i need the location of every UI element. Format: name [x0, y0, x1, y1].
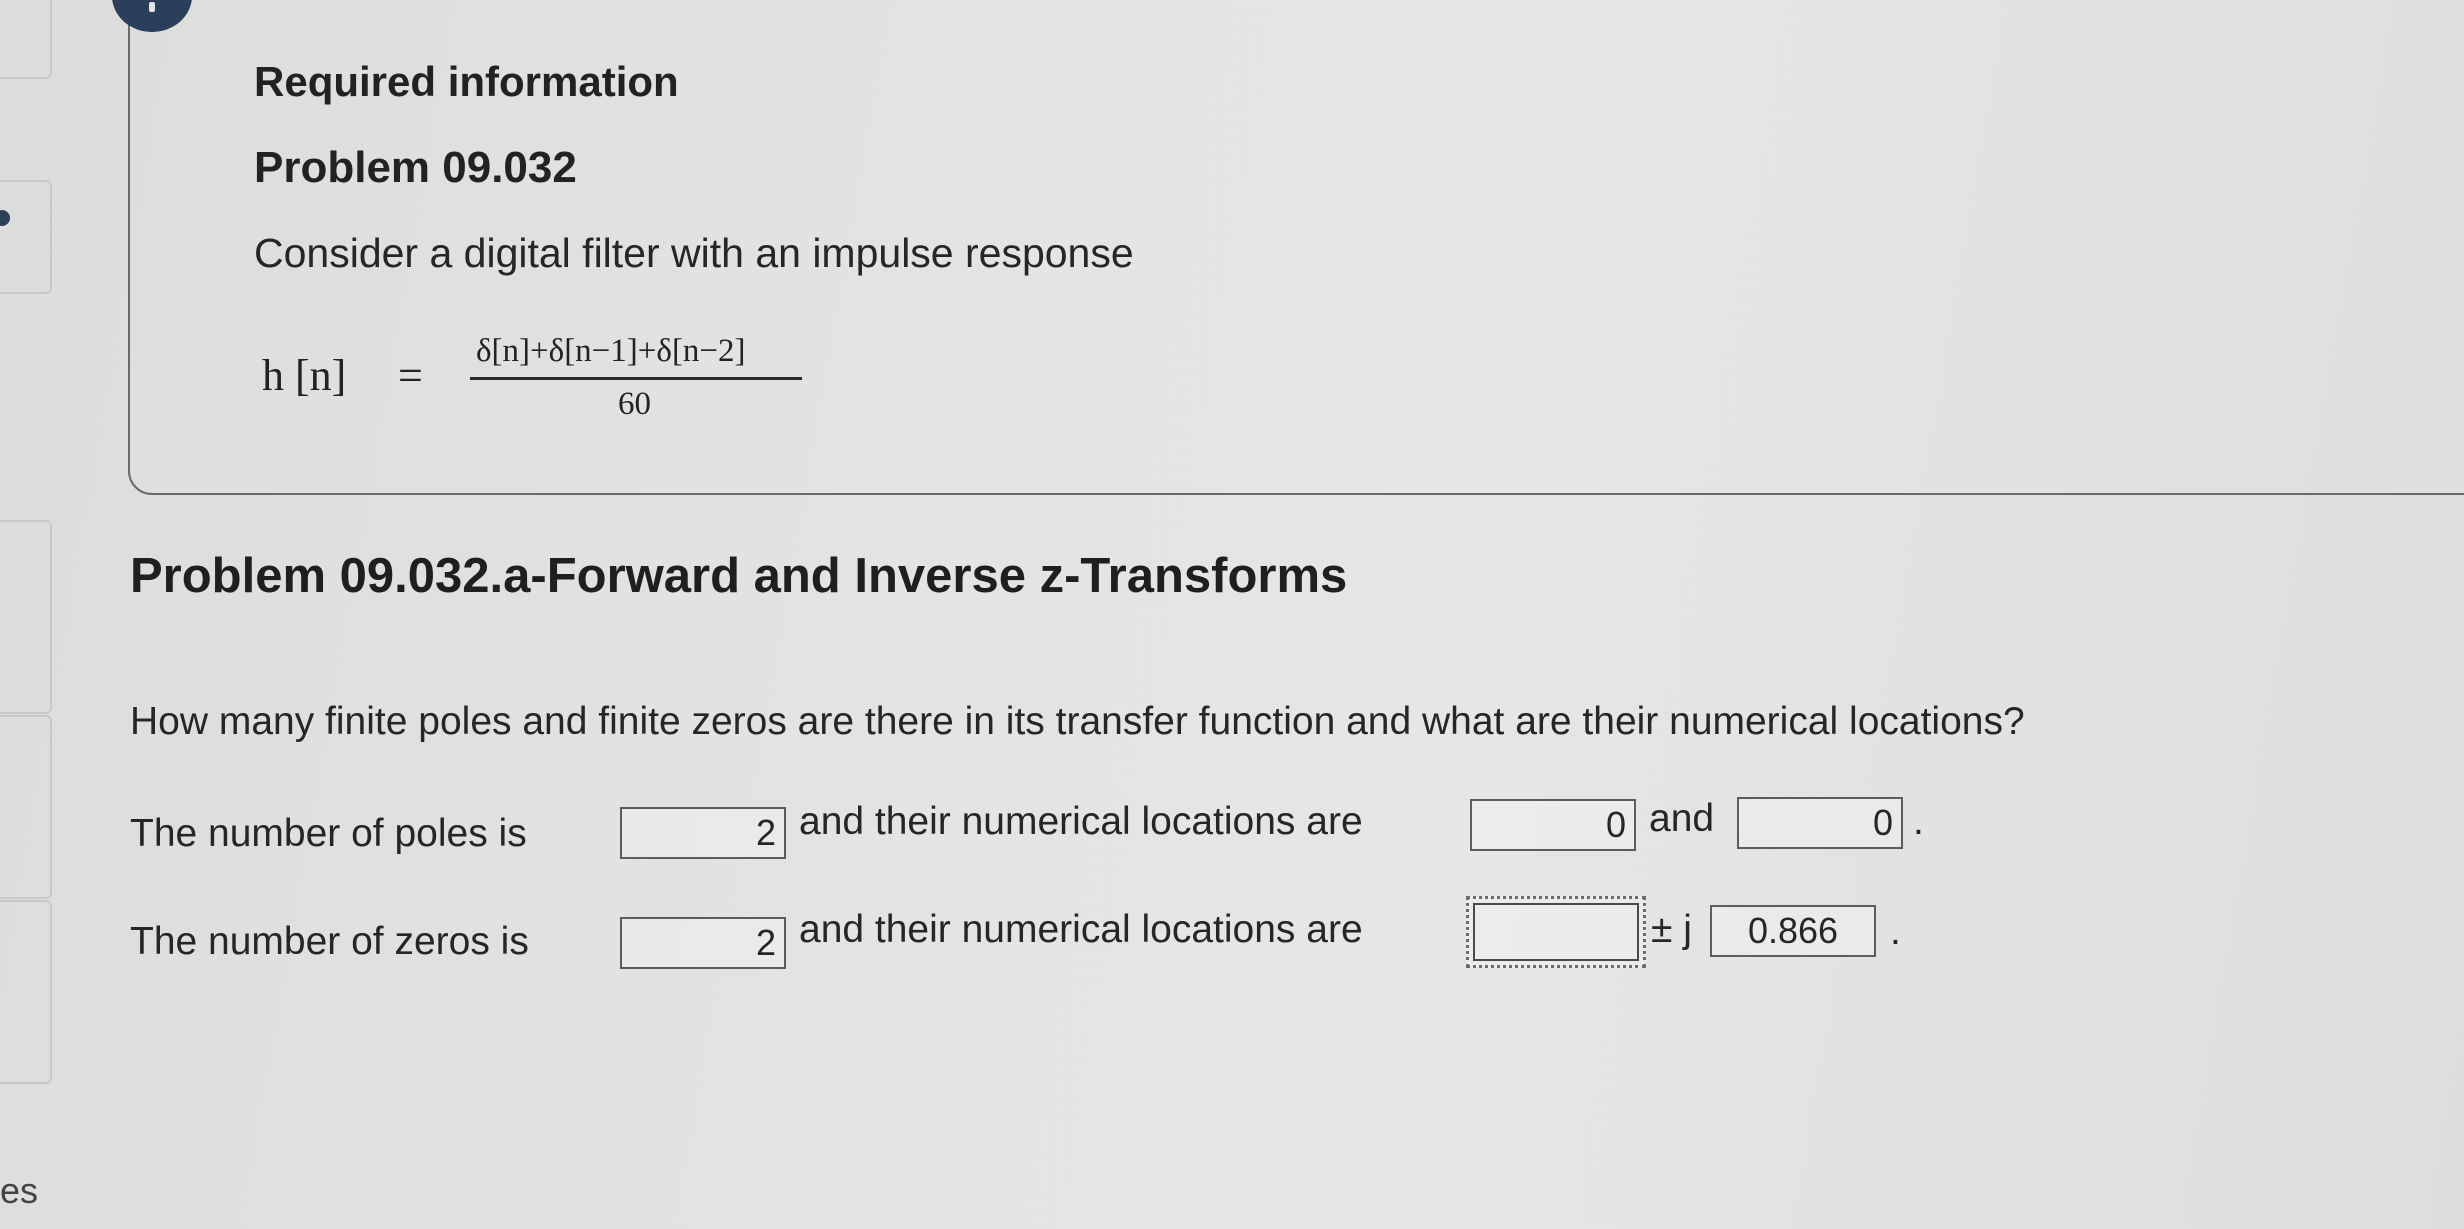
rail-cell[interactable]: [0, 715, 52, 899]
zeros-locations-label: and their numerical locations are: [799, 908, 1363, 951]
rail-cell[interactable]: [0, 180, 52, 294]
zeros-label: The number of zeros is: [130, 920, 529, 963]
part-title: Problem 09.032.a-Forward and Inverse z-T…: [130, 549, 1348, 603]
poles-locations-label: and their numerical locations are: [799, 800, 1363, 843]
rail-cell[interactable]: [0, 900, 52, 1084]
pole-location-1-input[interactable]: 0: [1470, 799, 1636, 851]
equation-equals: =: [398, 351, 423, 400]
poles-label: The number of poles is: [130, 812, 527, 855]
zero-real-part-input[interactable]: [1466, 896, 1646, 968]
fraction-bar: [470, 377, 802, 380]
question-text: How many finite poles and finite zeros a…: [130, 700, 2025, 743]
poles-row-period: .: [1913, 800, 1924, 843]
plus-minus-j: ± j: [1651, 908, 1692, 951]
zeros-count-input[interactable]: 2: [620, 917, 786, 969]
required-information-heading: Required information: [254, 58, 679, 105]
rail-cell[interactable]: [0, 0, 52, 79]
equation-numerator: δ[n]+δ[n−1]+δ[n−2]: [476, 333, 746, 369]
rail-bottom-text: es: [0, 1170, 39, 1211]
zero-imaginary-part-input[interactable]: 0.866: [1710, 905, 1876, 957]
equation-lhs: h [n]: [262, 351, 347, 400]
poles-count-input[interactable]: 2: [620, 807, 786, 859]
rail-cell[interactable]: [0, 520, 52, 714]
problem-title: Problem 09.032: [254, 143, 577, 192]
left-nav-rail: es: [0, 0, 62, 1229]
pole-location-2-input[interactable]: 0: [1737, 797, 1903, 849]
zeros-row-period: .: [1890, 910, 1901, 953]
poles-and-text: and: [1649, 797, 1715, 840]
equation-denominator: 60: [618, 386, 651, 422]
problem-intro-text: Consider a digital filter with an impuls…: [254, 230, 1134, 276]
